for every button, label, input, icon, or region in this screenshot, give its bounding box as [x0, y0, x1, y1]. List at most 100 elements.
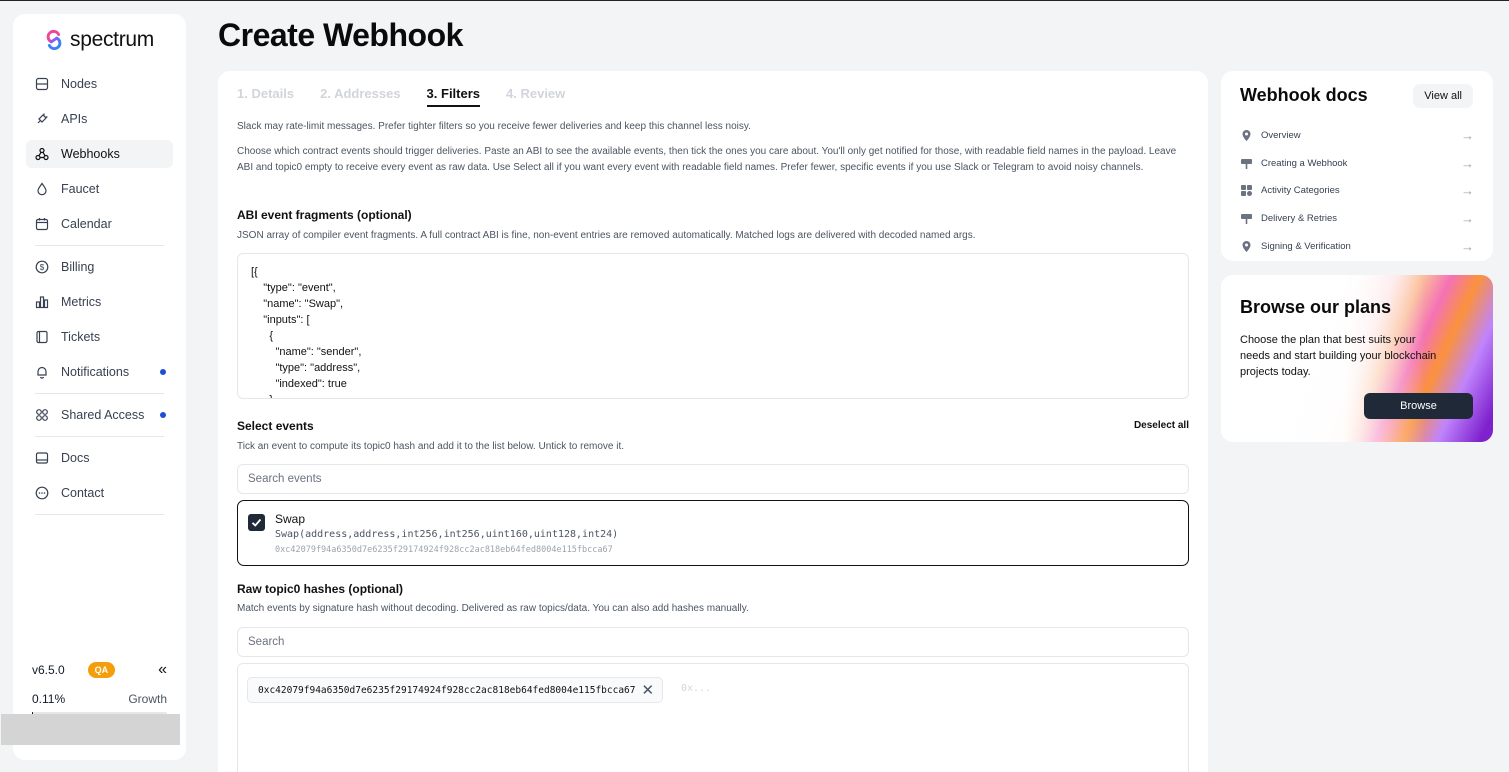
pin-icon [1240, 129, 1253, 142]
droplet-icon [35, 182, 49, 196]
tab-review[interactable]: 4. Review [506, 86, 565, 107]
sidebar-item-label: Metrics [61, 295, 102, 309]
sidebar-item-label: Shared Access [61, 408, 145, 422]
topic-hash-value: 0xc42079f94a6350d7e6235f29174924f928cc2a… [258, 684, 636, 696]
tab-addresses[interactable]: 2. Addresses [320, 86, 400, 107]
sidebar-item-label: Nodes [61, 77, 98, 91]
calendar-icon [35, 217, 49, 231]
pin-icon [1240, 240, 1253, 253]
arrow-right-icon: → [1461, 238, 1474, 254]
sidebar: spectrum Nodes APIs Webhooks Faucet Cale… [13, 14, 186, 760]
redacted-area [1, 714, 180, 745]
webhook-docs-panel: Webhook docs View all Overview → Creatin… [1221, 71, 1493, 261]
abi-help: JSON array of compiler event fragments. … [237, 230, 976, 241]
tab-filters[interactable]: 3. Filters [426, 86, 481, 107]
ticket-icon [35, 330, 49, 344]
tab-details[interactable]: 1. Details [237, 86, 294, 107]
notification-dot [160, 412, 166, 418]
categories-icon [1240, 184, 1253, 197]
sidebar-item-label: Calendar [61, 217, 112, 231]
doc-link-label: Creating a Webhook [1261, 157, 1348, 169]
divider [35, 393, 164, 394]
svg-text:$: $ [40, 263, 45, 272]
notification-dot [160, 369, 166, 375]
sidebar-item-nodes[interactable]: Nodes [26, 70, 173, 98]
app-version: v6.5.0 [32, 663, 65, 677]
events-help: Tick an event to compute its topic0 hash… [237, 441, 625, 452]
doc-link-label: Delivery & Retries [1261, 213, 1338, 225]
spectrum-logo-icon [46, 29, 62, 51]
slack-note: Slack may rate-limit messages. Prefer ti… [237, 121, 751, 132]
doc-link-delivery-retries[interactable]: Delivery & Retries → [1240, 205, 1474, 233]
sign-icon [1240, 212, 1253, 225]
abi-input[interactable]: [{ "type": "event", "name": "Swap", "inp… [237, 253, 1189, 399]
arrow-right-icon: → [1461, 128, 1474, 144]
divider [35, 514, 164, 515]
topic-hash-chip: 0xc42079f94a6350d7e6235f29174924f928cc2a… [247, 677, 664, 703]
doc-link-creating-webhook[interactable]: Creating a Webhook → [1240, 150, 1474, 178]
sidebar-item-tickets[interactable]: Tickets [26, 323, 173, 351]
sidebar-item-label: Notifications [61, 365, 130, 379]
sidebar-item-notifications[interactable]: Notifications [26, 358, 173, 386]
view-all-button[interactable]: View all [1413, 84, 1473, 108]
env-badge: QA [87, 662, 116, 678]
webhook-icon [35, 147, 49, 161]
sidebar-item-label: Docs [61, 451, 90, 465]
filters-intro: Choose which contract events should trig… [237, 146, 1177, 173]
sidebar-item-label: Tickets [61, 330, 101, 344]
arrow-right-icon: → [1461, 211, 1474, 227]
doc-link-label: Overview [1261, 130, 1301, 142]
plans-title: Browse our plans [1240, 297, 1392, 317]
abi-code: [{ "type": "event", "name": "Swap", "inp… [251, 266, 362, 398]
sidebar-item-metrics[interactable]: Metrics [26, 288, 173, 316]
deselect-all-button[interactable]: Deselect all [1134, 420, 1189, 431]
event-item-swap[interactable]: Swap Swap(address,address,int256,int256,… [237, 500, 1189, 566]
browse-button[interactable]: Browse [1364, 393, 1473, 419]
sidebar-item-label: Faucet [61, 182, 100, 196]
divider [35, 245, 164, 246]
sidebar-nav: Nodes APIs Webhooks Faucet Calendar $ Bi… [26, 70, 173, 522]
webhook-form-card: 1. Details 2. Addresses 3. Filters 4. Re… [218, 71, 1208, 772]
grid-icon [35, 408, 49, 422]
logo[interactable]: spectrum [43, 28, 154, 52]
sign-icon [1240, 157, 1253, 170]
sidebar-item-faucet[interactable]: Faucet [26, 175, 173, 203]
doc-link-activity-categories[interactable]: Activity Categories → [1240, 177, 1474, 205]
search-topics-input[interactable]: Search [237, 627, 1189, 657]
doc-link-label: Activity Categories [1261, 185, 1340, 197]
sidebar-item-apis[interactable]: APIs [26, 105, 173, 133]
bell-icon [35, 365, 49, 379]
doc-link-label: Signing & Verification [1261, 240, 1351, 252]
chat-icon [35, 486, 49, 500]
usage-percent: 0.11% [32, 692, 66, 706]
docs-list: Overview → Creating a Webhook → Activity… [1240, 122, 1474, 260]
sidebar-item-label: Contact [61, 486, 105, 500]
event-name: Swap [275, 512, 306, 526]
topic-hashes-input[interactable]: 0xc42079f94a6350d7e6235f29174924f928cc2a… [237, 663, 1189, 772]
server-icon [35, 77, 49, 91]
sidebar-item-webhooks[interactable]: Webhooks [26, 140, 173, 168]
sidebar-item-calendar[interactable]: Calendar [26, 210, 173, 238]
topics-section-title: Raw topic0 hashes (optional) [237, 582, 404, 596]
event-checkbox[interactable] [248, 514, 265, 531]
doc-link-overview[interactable]: Overview → [1240, 122, 1474, 150]
close-icon[interactable]: ✕ [642, 681, 655, 699]
check-icon [251, 518, 262, 527]
book-icon [35, 451, 49, 465]
search-events-input[interactable]: Search events [237, 464, 1189, 494]
sidebar-footer: v6.5.0 QA « 0.11% Growth [32, 661, 167, 715]
arrow-right-icon: → [1461, 155, 1474, 171]
topics-help: Match events by signature hash without d… [237, 603, 749, 614]
sidebar-item-docs[interactable]: Docs [26, 444, 173, 472]
browse-plans-card: Browse our plans Choose the plan that be… [1221, 275, 1493, 442]
docs-title: Webhook docs [1240, 85, 1368, 105]
sidebar-item-contact[interactable]: Contact [26, 479, 173, 507]
doc-link-signing-verification[interactable]: Signing & Verification → [1240, 232, 1474, 260]
sidebar-item-label: Billing [61, 260, 95, 274]
sidebar-item-billing[interactable]: $ Billing [26, 253, 173, 281]
abi-section-title: ABI event fragments (optional) [237, 208, 412, 222]
add-hash-placeholder[interactable]: 0x... [681, 683, 711, 694]
sidebar-item-label: Webhooks [61, 147, 120, 161]
collapse-sidebar-icon[interactable]: « [158, 661, 167, 679]
sidebar-item-shared-access[interactable]: Shared Access [26, 401, 173, 429]
